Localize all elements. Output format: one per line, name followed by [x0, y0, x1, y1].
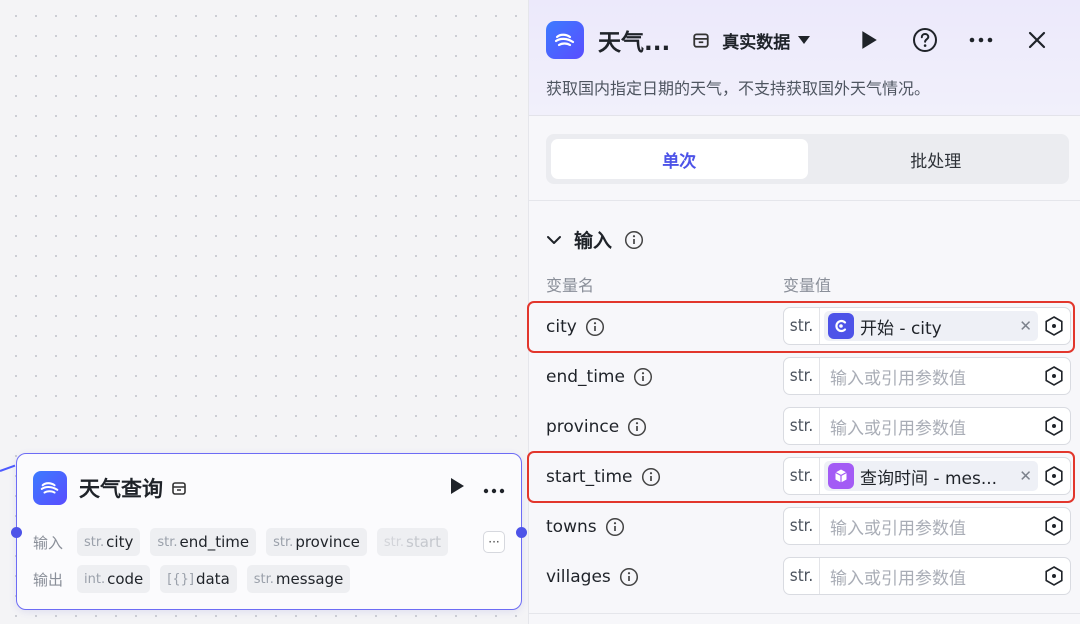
- info-icon[interactable]: [605, 517, 625, 537]
- section-title: 输入: [574, 230, 613, 252]
- clear-icon[interactable]: ✕: [1019, 317, 1032, 335]
- tab-single[interactable]: 单次: [551, 139, 808, 179]
- param-row-end-time: end_time str. 输入或引用参数值: [529, 355, 1080, 399]
- variable-picker-icon[interactable]: [1038, 565, 1070, 587]
- input-tag-end-time: str. end_time: [150, 528, 257, 556]
- panel-header: 天气... 真实数据 获取国内指定日期的天气，不支持获取国外天气情况。: [529, 0, 1080, 116]
- input-tag-start: str. start: [376, 528, 448, 556]
- caret-down-icon: [798, 36, 811, 44]
- input-tag-city: str. city: [77, 528, 141, 556]
- param-value-field[interactable]: str. 输入或引用参数值: [783, 507, 1071, 545]
- data-mode-dropdown[interactable]: 真实数据: [722, 28, 811, 53]
- info-icon[interactable]: [633, 367, 653, 387]
- output-port[interactable]: [516, 527, 527, 538]
- weather-node-card[interactable]: 天气查询 输入 str. city str. end_time str. provin…: [11, 453, 527, 610]
- column-header-name: 变量名: [546, 276, 595, 295]
- type-label: str.: [784, 358, 820, 394]
- node-inputs-row: 输入 str. city str. end_time str. province st…: [33, 528, 505, 556]
- type-label: str.: [784, 508, 820, 544]
- param-name: villages: [546, 567, 611, 587]
- param-name: end_time: [546, 367, 625, 387]
- weather-plugin-icon: [33, 471, 67, 505]
- param-row-towns: towns str. 输入或引用参数值: [529, 505, 1080, 549]
- input-tag-province: str. province: [266, 528, 367, 556]
- outputs-label: 输出: [33, 570, 64, 589]
- divider: [529, 613, 1080, 614]
- info-icon[interactable]: [585, 317, 605, 337]
- type-label: str.: [784, 558, 820, 594]
- value-placeholder[interactable]: 输入或引用参数值: [830, 514, 1038, 539]
- variable-reference-chip[interactable]: 查询时间 - mes... ✕: [824, 461, 1038, 491]
- node-outputs-row: 输出 int. code [{}] data str. message: [33, 565, 505, 593]
- more-icon[interactable]: [483, 479, 505, 498]
- reference-text: 开始 - city: [860, 318, 942, 339]
- weather-plugin-icon: [546, 21, 584, 59]
- input-port[interactable]: [11, 527, 22, 538]
- clear-icon[interactable]: ✕: [1019, 467, 1032, 485]
- inputs-label: 输入: [33, 533, 64, 552]
- run-mode-tabs: 单次 批处理: [546, 134, 1069, 184]
- param-row-start-time: start_time str. 查询时间 - mes... ✕: [527, 451, 1080, 503]
- help-icon[interactable]: [897, 27, 953, 53]
- variable-picker-icon[interactable]: [1038, 515, 1070, 537]
- output-tag-message: str. message: [246, 565, 351, 593]
- node-title: 天气查询: [79, 477, 163, 501]
- box-node-icon: [828, 463, 854, 489]
- data-mode-label: 真实数据: [722, 32, 791, 53]
- run-icon[interactable]: [449, 477, 465, 499]
- start-node-icon: [828, 313, 854, 339]
- more-inputs-button[interactable]: ···: [483, 531, 505, 553]
- output-tag-code: int. code: [77, 565, 151, 593]
- param-name: start_time: [546, 467, 633, 487]
- param-name: province: [546, 417, 620, 437]
- type-label: str.: [784, 458, 820, 494]
- panel-title[interactable]: 天气...: [598, 23, 670, 57]
- output-tag-data: [{}] data: [160, 565, 237, 593]
- chevron-down-icon[interactable]: [546, 235, 562, 245]
- node-config-panel: 天气... 真实数据 获取国内指定日期的天气，不支持获取国外天气情况。 单次 批…: [527, 0, 1080, 624]
- param-row-city: city str. 开始 - city ✕: [527, 301, 1080, 353]
- run-icon[interactable]: [841, 30, 897, 50]
- info-icon[interactable]: [619, 567, 639, 587]
- variable-picker-icon[interactable]: [1038, 365, 1070, 387]
- param-value-field[interactable]: str. 开始 - city ✕: [783, 307, 1071, 345]
- value-placeholder[interactable]: 输入或引用参数值: [830, 364, 1038, 389]
- more-icon[interactable]: [953, 37, 1009, 43]
- param-value-field[interactable]: str. 输入或引用参数值: [783, 407, 1071, 445]
- param-name: city: [546, 317, 577, 337]
- value-placeholder[interactable]: 输入或引用参数值: [830, 564, 1038, 589]
- inputs-section-header[interactable]: 输入: [546, 226, 644, 253]
- divider: [529, 200, 1080, 201]
- info-icon[interactable]: [627, 417, 647, 437]
- param-name: towns: [546, 517, 597, 537]
- variable-picker-icon[interactable]: [1038, 415, 1070, 437]
- reference-text: 查询时间 - mes...: [860, 468, 998, 489]
- store-icon: [692, 31, 710, 49]
- variable-reference-chip[interactable]: 开始 - city ✕: [824, 311, 1038, 341]
- info-icon[interactable]: [624, 230, 644, 250]
- plugin-description: 获取国内指定日期的天气，不支持获取国外天气情况。: [546, 79, 931, 98]
- variable-picker-icon[interactable]: [1038, 465, 1070, 487]
- info-icon[interactable]: [641, 467, 661, 487]
- param-row-province: province str. 输入或引用参数值: [529, 405, 1080, 449]
- value-placeholder[interactable]: 输入或引用参数值: [830, 414, 1038, 439]
- close-icon[interactable]: [1009, 30, 1065, 50]
- param-value-field[interactable]: str. 查询时间 - mes... ✕: [783, 457, 1071, 495]
- store-icon: [171, 480, 187, 496]
- param-value-field[interactable]: str. 输入或引用参数值: [783, 357, 1071, 395]
- type-label: str.: [784, 308, 820, 344]
- tab-batch[interactable]: 批处理: [808, 139, 1065, 179]
- param-row-villages: villages str. 输入或引用参数值: [529, 555, 1080, 599]
- column-header-value: 变量值: [783, 276, 832, 295]
- variable-picker-icon[interactable]: [1038, 315, 1070, 337]
- param-value-field[interactable]: str. 输入或引用参数值: [783, 557, 1071, 595]
- type-label: str.: [784, 408, 820, 444]
